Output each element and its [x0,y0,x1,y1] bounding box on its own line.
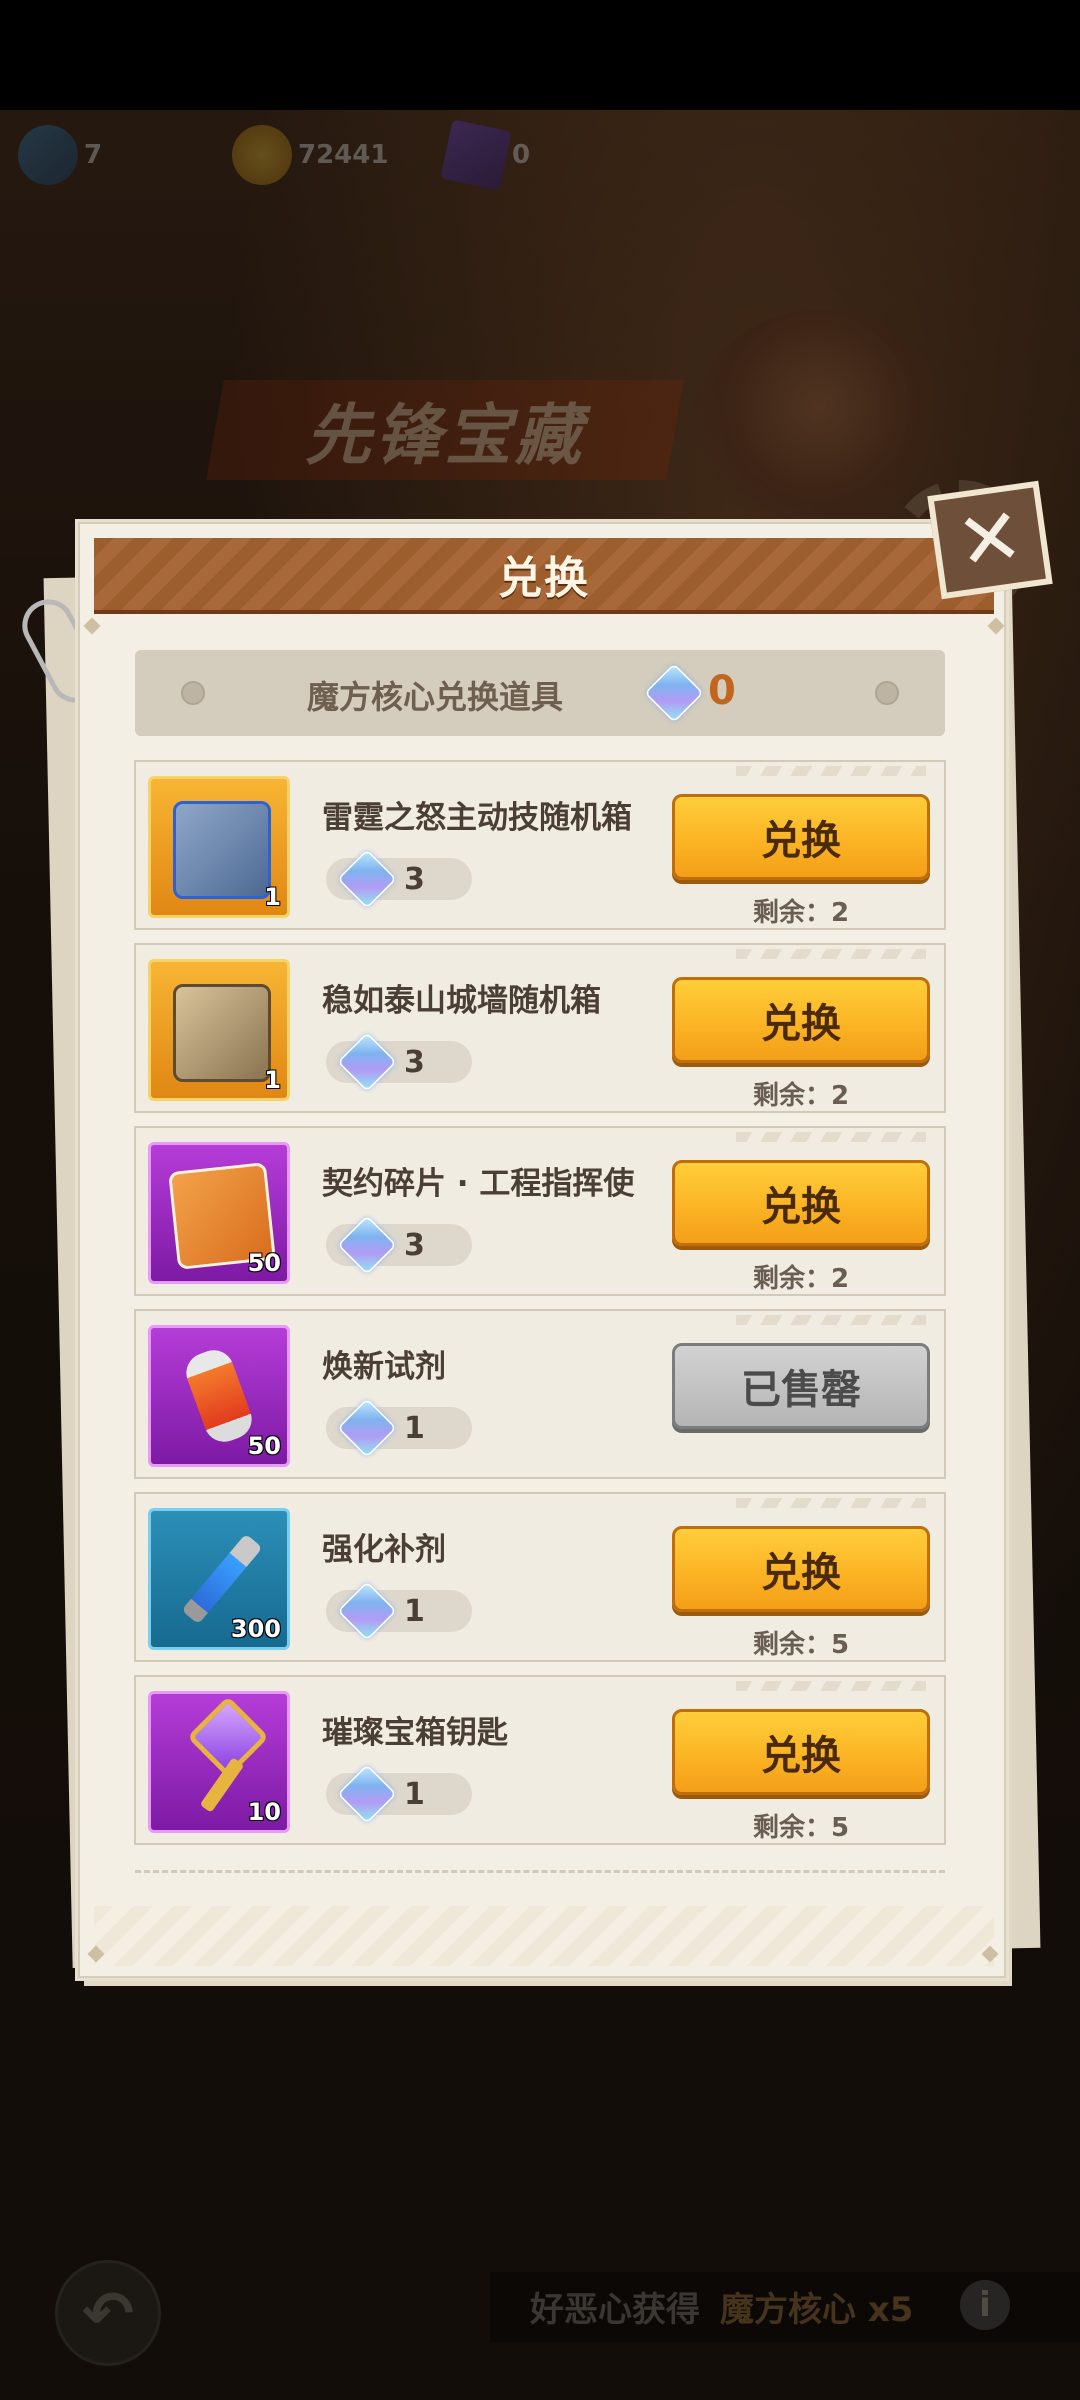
cube-core-gem-icon [337,1215,397,1275]
item-cost-value: 1 [404,1411,425,1446]
exchange-button[interactable]: 兑换 [672,1709,930,1795]
item-art [173,801,271,899]
item-quantity: 50 [247,1432,281,1460]
row-stripe [736,1315,926,1325]
renewal-reagent-icon[interactable]: 50 [148,1325,290,1467]
item-art [181,1533,263,1625]
exchange-currency-label: 魔方核心兑换道具 [307,678,564,716]
row-stripe [736,1132,926,1142]
row-stripe [736,1498,926,1508]
exchange-currency-count: 0 [708,668,736,714]
exchange-item-list[interactable]: 1 雷霆之怒主动技随机箱 3 兑换 剩余：2 1 稳如泰山城墙随机箱 3 兑换 … [134,760,946,1850]
item-quantity: 50 [247,1249,281,1277]
exchange-currency-header: 魔方核心兑换道具 0 [135,650,945,736]
item-cost-value: 1 [404,1777,425,1812]
item-cost: 3 [326,1032,472,1092]
item-cost: 3 [326,849,472,909]
exchange-dialog: 兑换 魔方核心兑换道具 0 1 雷霆之怒主动技随机箱 3 兑换 剩余：2 1 稳… [78,522,1006,1978]
item-name: 契约碎片 · 工程指挥使 [322,1166,635,1202]
corner-ornament [83,617,101,635]
dialog-title: 兑换 [498,553,590,604]
syringe-icon[interactable]: 300 [148,1508,290,1650]
item-cost-value: 3 [404,1045,425,1080]
rivet-icon [181,681,205,705]
item-name: 焕新试剂 [322,1349,446,1385]
corner-ornament [987,617,1005,635]
item-cost: 1 [326,1398,472,1458]
exchange-button[interactable]: 兑换 [672,1526,930,1612]
exchange-row: 1 雷霆之怒主动技随机箱 3 兑换 剩余：2 [134,760,946,930]
exchange-row: 50 契约碎片 · 工程指挥使 3 兑换 剩余：2 [134,1126,946,1296]
cube-core-gem-icon [337,1764,397,1824]
close-button[interactable]: ✕ [927,480,1053,600]
wall-chest-icon[interactable]: 1 [148,959,290,1101]
cube-core-gem-icon [337,1581,397,1641]
item-quantity: 300 [230,1615,281,1643]
exchange-button[interactable]: 兑换 [672,794,930,880]
item-name: 稳如泰山城墙随机箱 [322,983,601,1019]
status-bar [0,0,1080,110]
exchange-row: 50 焕新试剂 1 已售罄 [134,1309,946,1479]
exchange-row: 10 璀璨宝箱钥匙 1 兑换 剩余：5 [134,1675,946,1845]
thunder-chest-icon[interactable]: 1 [148,776,290,918]
remaining-count: 剩余：5 [752,1813,850,1843]
close-icon: ✕ [951,490,1029,590]
item-quantity: 10 [247,1798,281,1826]
item-cost: 3 [326,1215,472,1275]
item-cost-value: 3 [404,862,425,897]
item-cost-value: 3 [404,1228,425,1263]
exchange-button[interactable]: 兑换 [672,977,930,1063]
remaining-count: 剩余：2 [752,1081,850,1111]
item-name: 强化补剂 [322,1532,446,1568]
item-name: 璀璨宝箱钥匙 [322,1715,508,1751]
remaining-count: 剩余：5 [752,1630,850,1660]
item-cost: 1 [326,1581,472,1641]
item-art [173,984,271,1082]
exchange-row: 300 强化补剂 1 兑换 剩余：5 [134,1492,946,1662]
row-stripe [736,766,926,776]
item-quantity: 1 [264,883,281,911]
row-stripe [736,1681,926,1691]
rivet-icon [875,681,899,705]
item-cost-value: 1 [404,1594,425,1629]
cube-core-gem-icon [337,1398,397,1458]
remaining-count: 剩余：2 [752,898,850,928]
item-quantity: 1 [264,1066,281,1094]
exchange-row: 1 稳如泰山城墙随机箱 3 兑换 剩余：2 [134,943,946,1113]
cube-core-gem-icon [644,663,704,723]
row-stripe [736,949,926,959]
cube-core-gem-icon [337,1032,397,1092]
item-cost: 1 [326,1764,472,1824]
remaining-count: 剩余：2 [752,1264,850,1294]
sold-out-button: 已售罄 [672,1343,930,1429]
contract-fragment-icon[interactable]: 50 [148,1142,290,1284]
cube-core-gem-icon [337,849,397,909]
dialog-header: 兑换 [94,538,994,614]
exchange-button[interactable]: 兑换 [672,1160,930,1246]
list-divider [135,1870,945,1873]
key-icon[interactable]: 10 [148,1691,290,1833]
item-name: 雷霆之怒主动技随机箱 [322,800,632,836]
dialog-footer [94,1906,994,1966]
item-art [180,1344,258,1448]
